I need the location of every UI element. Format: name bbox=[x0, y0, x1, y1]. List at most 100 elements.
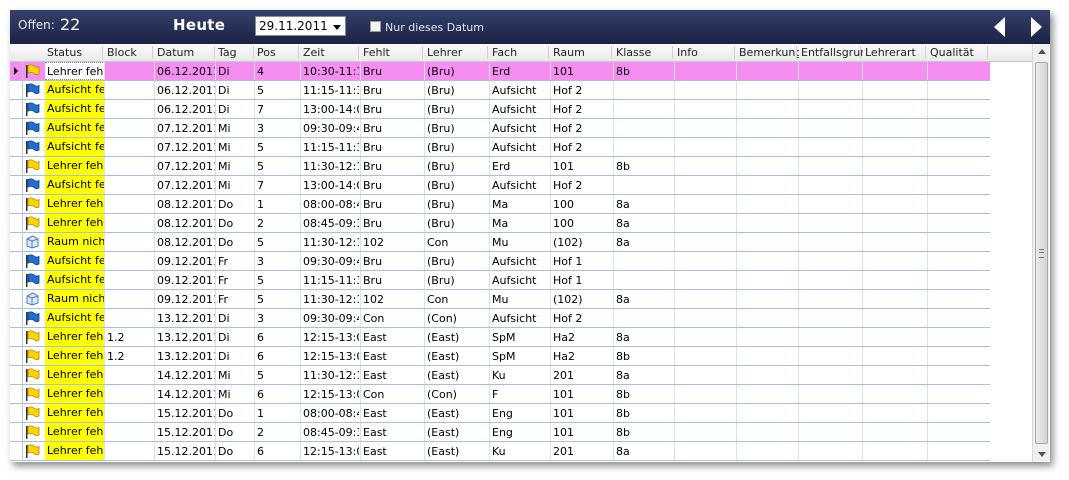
table-row[interactable]: Lehrer fehlt1.2 13.12.2011Di6 12:15-13:00 E… bbox=[10, 328, 990, 347]
raum-cell[interactable]: Hof 1 bbox=[553, 274, 612, 287]
column-separator[interactable] bbox=[422, 46, 423, 59]
raum-cell[interactable]: Ha2 bbox=[553, 350, 612, 363]
status-cell[interactable]: Raum nicht bbox=[45, 290, 105, 308]
tag-cell[interactable]: Mi bbox=[218, 369, 254, 382]
fehlt-cell[interactable]: East bbox=[363, 369, 423, 382]
column-header-fach[interactable]: Fach bbox=[492, 46, 551, 59]
table-row[interactable]: Aufsicht fehlt 07.12.2011Mi3 09:30-09:45 Br… bbox=[10, 119, 990, 138]
datum-cell[interactable]: 13.12.2011 bbox=[157, 350, 215, 363]
lehrer-cell[interactable]: (Con) bbox=[427, 312, 488, 325]
fach-cell[interactable]: Aufsicht bbox=[492, 274, 549, 287]
fehlt-cell[interactable]: Bru bbox=[363, 274, 423, 287]
column-separator[interactable] bbox=[925, 46, 926, 59]
pos-cell[interactable]: 5 bbox=[257, 369, 299, 382]
datum-cell[interactable]: 09.12.2011 bbox=[157, 255, 215, 268]
tag-cell[interactable]: Do bbox=[218, 217, 254, 230]
row-header[interactable] bbox=[10, 252, 23, 270]
status-cell[interactable]: Aufsicht fehlt bbox=[45, 252, 105, 270]
row-header[interactable] bbox=[10, 347, 23, 365]
fehlt-cell[interactable]: Bru bbox=[363, 103, 423, 116]
table-row[interactable]: Lehrer fehlt 08.12.2011Do1 08:00-08:45 Bru (… bbox=[10, 195, 990, 214]
raum-cell[interactable]: 101 bbox=[553, 160, 612, 173]
column-header-fehlt[interactable]: Fehlt bbox=[363, 46, 425, 59]
fach-cell[interactable]: Ma bbox=[492, 198, 549, 211]
tag-cell[interactable]: Di bbox=[218, 312, 254, 325]
table-row[interactable]: Aufsicht fehlt 13.12.2011Di3 09:30-09:45 Co… bbox=[10, 309, 990, 328]
status-cell[interactable]: Raum nicht bbox=[45, 233, 105, 251]
klasse-cell[interactable]: 8a bbox=[616, 236, 673, 249]
klasse-cell[interactable]: 8a bbox=[616, 369, 673, 382]
fach-cell[interactable]: Eng bbox=[492, 407, 549, 420]
lehrer-cell[interactable]: (Bru) bbox=[427, 160, 488, 173]
today-button[interactable]: Heute bbox=[173, 16, 225, 34]
lehrer-cell[interactable]: (East) bbox=[427, 350, 488, 363]
row-header[interactable] bbox=[10, 81, 23, 99]
row-header[interactable] bbox=[10, 404, 23, 422]
column-separator[interactable] bbox=[860, 46, 861, 59]
pos-cell[interactable]: 1 bbox=[257, 198, 299, 211]
lehrer-cell[interactable]: (Bru) bbox=[427, 103, 488, 116]
fehlt-cell[interactable]: Bru bbox=[363, 179, 423, 192]
status-cell[interactable]: Lehrer fehlt bbox=[45, 157, 105, 175]
fach-cell[interactable]: Aufsicht bbox=[492, 84, 549, 97]
tag-cell[interactable]: Fr bbox=[218, 255, 254, 268]
column-separator[interactable] bbox=[102, 46, 103, 59]
pos-cell[interactable]: 6 bbox=[257, 388, 299, 401]
zeit-cell[interactable]: 09:30-09:45 bbox=[303, 255, 359, 268]
table-row[interactable]: Lehrer fehlt 07.12.2011Mi5 11:30-12:15 Bru (… bbox=[10, 157, 990, 176]
date-select[interactable]: 29.11.2011 bbox=[255, 16, 346, 36]
pos-cell[interactable]: 6 bbox=[257, 350, 299, 363]
lehrer-cell[interactable]: (Bru) bbox=[427, 198, 488, 211]
tag-cell[interactable]: Mi bbox=[218, 179, 254, 192]
pos-cell[interactable]: 5 bbox=[257, 84, 299, 97]
tag-cell[interactable]: Do bbox=[218, 198, 254, 211]
fehlt-cell[interactable]: 102 bbox=[363, 293, 423, 306]
row-header[interactable] bbox=[10, 157, 23, 175]
pos-cell[interactable]: 5 bbox=[257, 274, 299, 287]
status-cell[interactable]: Aufsicht fehlt bbox=[45, 309, 105, 327]
row-header[interactable] bbox=[10, 385, 23, 403]
column-separator[interactable] bbox=[358, 46, 359, 59]
lehrer-cell[interactable]: (Bru) bbox=[427, 255, 488, 268]
pos-cell[interactable]: 3 bbox=[257, 255, 299, 268]
tag-cell[interactable]: Do bbox=[218, 236, 254, 249]
datum-cell[interactable]: 15.12.2011 bbox=[157, 407, 215, 420]
datum-cell[interactable]: 07.12.2011 bbox=[157, 141, 215, 154]
tag-cell[interactable]: Do bbox=[218, 407, 254, 420]
column-header-bemerkung[interactable]: Bemerkung bbox=[739, 46, 799, 59]
fach-cell[interactable]: SpM bbox=[492, 350, 549, 363]
fach-cell[interactable]: Ku bbox=[492, 445, 549, 458]
table-row[interactable]: Raum nicht 08.12.2011Do5 11:30-12:15 102 Con… bbox=[10, 233, 990, 252]
row-header[interactable] bbox=[10, 423, 23, 441]
column-header-lehrer[interactable]: Lehrer bbox=[427, 46, 490, 59]
status-cell[interactable]: Aufsicht fehlt bbox=[45, 271, 105, 289]
column-separator[interactable] bbox=[152, 46, 153, 59]
zeit-cell[interactable]: 11:15-11:30 bbox=[303, 84, 359, 97]
column-header-zeit[interactable]: Zeit bbox=[303, 46, 361, 59]
row-header[interactable] bbox=[10, 271, 23, 289]
lehrer-cell[interactable]: (East) bbox=[427, 369, 488, 382]
vertical-scrollbar[interactable] bbox=[1032, 44, 1050, 462]
table-row[interactable]: Lehrer fehlt 15.12.2011Do2 08:45-09:30 East… bbox=[10, 423, 990, 442]
row-header[interactable] bbox=[10, 328, 23, 346]
tag-cell[interactable]: Do bbox=[218, 445, 254, 458]
zeit-cell[interactable]: 12:15-13:00 bbox=[303, 350, 359, 363]
pos-cell[interactable]: 5 bbox=[257, 160, 299, 173]
row-header[interactable] bbox=[10, 214, 23, 232]
pos-cell[interactable]: 2 bbox=[257, 217, 299, 230]
fach-cell[interactable]: SpM bbox=[492, 331, 549, 344]
fehlt-cell[interactable]: East bbox=[363, 445, 423, 458]
lehrer-cell[interactable]: Con bbox=[427, 293, 488, 306]
zeit-cell[interactable]: 12:15-13:00 bbox=[303, 388, 359, 401]
fach-cell[interactable]: F bbox=[492, 388, 549, 401]
chevron-down-icon[interactable] bbox=[333, 25, 341, 30]
status-cell[interactable]: Lehrer fehlt bbox=[45, 195, 105, 213]
column-separator[interactable] bbox=[214, 46, 215, 59]
raum-cell[interactable]: Hof 2 bbox=[553, 84, 612, 97]
column-header-block[interactable]: Block bbox=[107, 46, 155, 59]
row-header[interactable] bbox=[10, 442, 23, 460]
row-header[interactable] bbox=[10, 138, 23, 156]
table-row[interactable]: Lehrer fehlt 08.12.2011Do2 08:45-09:30 Bru (… bbox=[10, 214, 990, 233]
datum-cell[interactable]: 07.12.2011 bbox=[157, 122, 215, 135]
zeit-cell[interactable]: 11:30-12:15 bbox=[303, 369, 359, 382]
